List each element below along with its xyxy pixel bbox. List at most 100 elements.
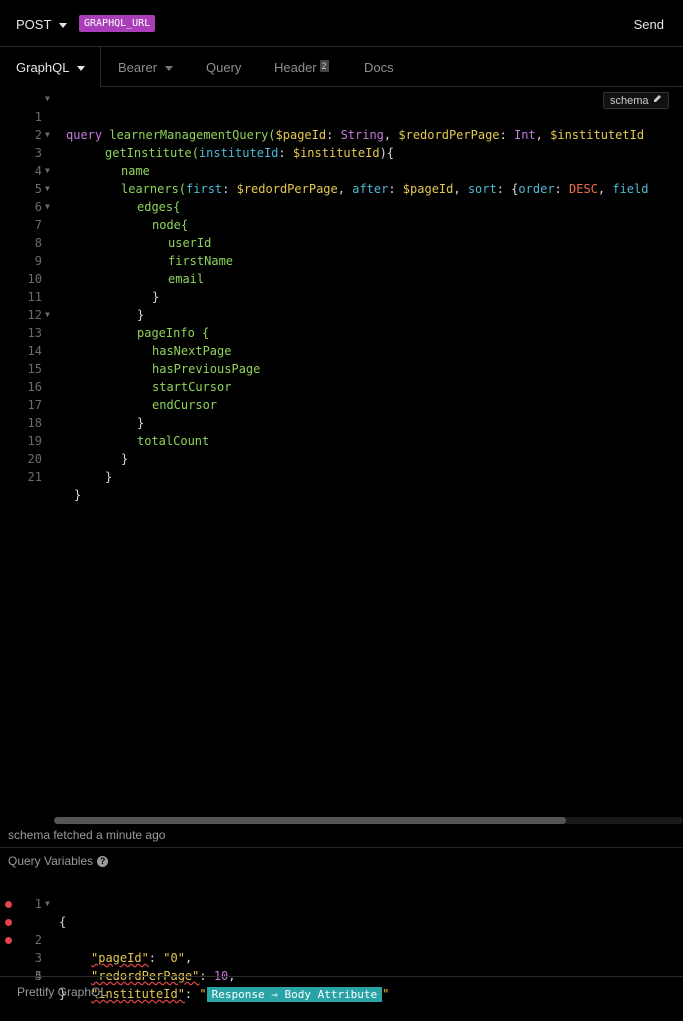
code-token: after xyxy=(352,182,389,196)
code-token: ){ xyxy=(379,146,395,160)
tab-query[interactable]: Query xyxy=(206,60,241,75)
tab-header[interactable]: Header 2 xyxy=(274,60,329,75)
fold-icon[interactable]: ▼ xyxy=(45,306,50,324)
code-token: String xyxy=(340,128,384,142)
code-token: $pageId xyxy=(275,128,327,142)
fold-icon[interactable]: ▼ xyxy=(45,90,50,108)
code-token: : xyxy=(499,128,514,142)
code-line: 2 ▼ getInstitute(instituteId: $instituteI… xyxy=(0,108,394,160)
code-token: firstName xyxy=(168,254,234,268)
code-token: sort xyxy=(467,182,497,196)
tab-bar: GraphQL Bearer Query Header 2 Docs xyxy=(0,47,683,87)
code-line: 1 ▼ { xyxy=(0,877,66,929)
code-line: 13 hasNextPage xyxy=(0,306,232,358)
tab-label: GraphQL xyxy=(16,60,70,75)
divider xyxy=(0,847,683,848)
query-variables-header[interactable]: Query Variables? xyxy=(8,854,109,868)
code-line: 5 } xyxy=(0,949,66,1001)
method-selector[interactable]: POST xyxy=(16,17,68,32)
code-token: : xyxy=(278,146,293,160)
code-line: 6 ▼ node{ xyxy=(0,180,188,232)
code-token: DESC xyxy=(569,182,598,196)
fold-icon[interactable]: ▼ xyxy=(45,895,50,913)
code-token: instituteId xyxy=(198,146,279,160)
code-line: 2 "pageId": "0", xyxy=(0,895,192,965)
fold-icon[interactable]: ▼ xyxy=(45,126,50,144)
code-token: name xyxy=(121,164,150,178)
code-token: $redordPerPage xyxy=(398,128,500,142)
code-line: 5 ▼ edges{ xyxy=(0,162,181,214)
chevron-down-icon xyxy=(165,66,174,72)
code-token: } xyxy=(152,290,160,304)
error-marker-icon xyxy=(5,919,12,926)
fold-icon[interactable]: ▼ xyxy=(45,162,50,180)
footer-bar: Prettify GraphQL xyxy=(0,976,683,1001)
code-token: } xyxy=(137,308,145,322)
code-token: : { xyxy=(496,182,519,196)
code-token: learnerManagementQuery( xyxy=(109,128,276,142)
code-token: : xyxy=(148,951,164,965)
fold-icon[interactable]: ▼ xyxy=(45,198,50,216)
code-token: userId xyxy=(168,236,212,250)
code-token: pageInfo { xyxy=(137,326,210,340)
code-token: , xyxy=(535,128,551,142)
url-variable-tag[interactable]: GRAPHQL_URL xyxy=(79,15,156,32)
code-token: $instituteId xyxy=(292,146,380,160)
header-count-badge: 2 xyxy=(319,60,329,72)
code-line: 16 endCursor xyxy=(0,360,217,412)
code-token: hasNextPage xyxy=(152,344,232,358)
code-token: getInstitute( xyxy=(105,146,199,160)
code-token: email xyxy=(168,272,205,286)
code-token: order xyxy=(518,182,555,196)
query-variables-editor[interactable]: 1 ▼ { 2 "pageId": "0", 3 "redordPerPage":… xyxy=(0,877,683,1002)
code-line: 19 } xyxy=(0,414,129,466)
schema-button[interactable]: schema xyxy=(603,92,669,109)
error-marker-icon xyxy=(5,901,12,908)
fold-icon[interactable]: ▼ xyxy=(45,180,50,198)
code-line: 3 "redordPerPage": 10, xyxy=(0,913,236,983)
code-token: hasPreviousPage xyxy=(152,362,261,376)
code-token: , xyxy=(383,128,399,142)
tab-graphql[interactable]: GraphQL xyxy=(16,60,86,75)
code-line: 12 ▼ pageInfo { xyxy=(0,288,210,340)
code-token: , xyxy=(453,182,468,196)
prettify-button[interactable]: Prettify GraphQL xyxy=(17,985,107,999)
code-token: startCursor xyxy=(152,380,232,394)
chevron-down-icon xyxy=(77,66,86,72)
code-line: 4 ▼ learners(first: $redordPerPage, after… xyxy=(0,144,649,196)
code-token: { xyxy=(59,915,67,929)
code-line: 15 startCursor xyxy=(0,342,232,394)
code-token: , xyxy=(337,182,353,196)
tab-auth[interactable]: Bearer xyxy=(118,60,174,75)
code-token: endCursor xyxy=(152,398,218,412)
json-key: "pageId" xyxy=(91,951,149,965)
code-token: learners( xyxy=(121,182,187,196)
wrench-icon xyxy=(652,95,662,107)
code-token: first xyxy=(186,182,223,196)
code-token: } xyxy=(105,470,113,484)
code-line: 4 "instituteId": " Response ⇒ Body Attrib… xyxy=(0,931,389,1002)
method-label: POST xyxy=(16,17,52,32)
code-token: : xyxy=(222,182,237,196)
code-token: $pageId xyxy=(402,182,454,196)
code-line: 3 name xyxy=(0,126,150,178)
line-number: 21 xyxy=(27,470,42,484)
code-token: } xyxy=(121,452,129,466)
code-token: Int xyxy=(513,128,536,142)
code-token: } xyxy=(137,416,145,430)
tab-label: Query xyxy=(206,60,242,75)
help-icon[interactable]: ? xyxy=(97,856,109,868)
code-token: : xyxy=(326,128,341,142)
code-token: field xyxy=(612,182,649,196)
code-token: query xyxy=(66,128,103,142)
code-line: 8 firstName xyxy=(0,216,233,268)
tab-label: Docs xyxy=(364,60,394,75)
code-token: , xyxy=(184,951,193,965)
code-line: 1 ▼ query learnerManagementQuery($pageId:… xyxy=(0,90,644,142)
graphql-editor[interactable]: 1 ▼ query learnerManagementQuery($pageId:… xyxy=(0,88,683,820)
horizontal-scrollbar[interactable] xyxy=(54,817,566,824)
tab-docs[interactable]: Docs xyxy=(364,60,394,75)
chevron-down-icon xyxy=(59,23,68,29)
send-button[interactable]: Send xyxy=(634,17,664,32)
schema-status: schema fetched a minute ago xyxy=(8,828,166,842)
